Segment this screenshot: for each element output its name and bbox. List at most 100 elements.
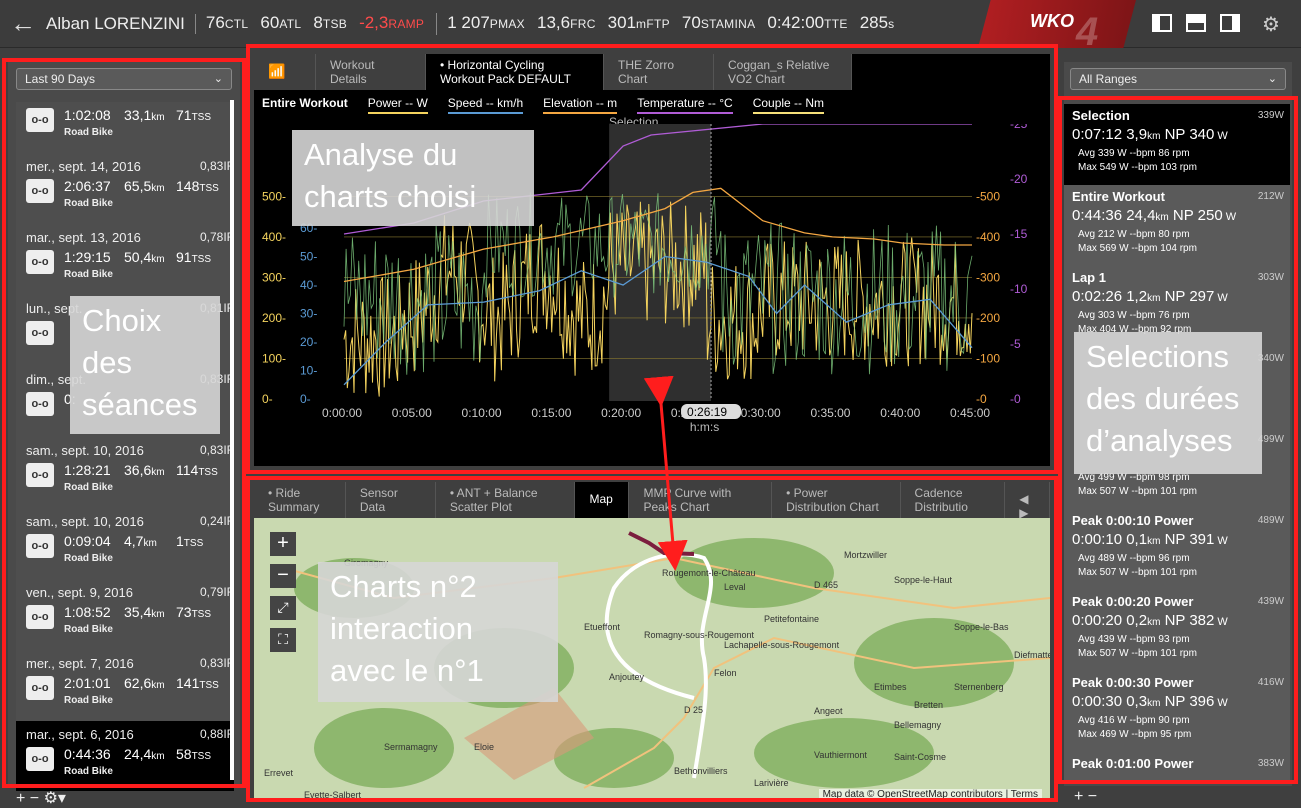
session-distance: 50,4km	[124, 249, 165, 265]
range-title: Selection	[1072, 108, 1130, 123]
map-tab[interactable]: Sensor Data	[346, 482, 436, 518]
session-item[interactable]: sam., sept. 10, 2016 0,24IF o-o 0:09:04 4,7k…	[16, 508, 234, 578]
range-np: 396	[1189, 693, 1215, 710]
legend-item[interactable]: Power -- W	[367, 96, 428, 114]
back-arrow-icon[interactable]: ←	[0, 8, 46, 39]
metric-unit: ATL	[279, 16, 302, 31]
metric-mftp[interactable]: 301mFTP	[608, 13, 670, 35]
session-item[interactable]: ven., sept. 9, 2016 0,79IF o-o 1:08:52 35,4k…	[16, 579, 234, 649]
session-duration: 0:09:04	[64, 533, 111, 549]
session-distance: 4,7km	[124, 533, 157, 549]
session-item[interactable]: mar., sept. 13, 2016 0,78IF o-o 1:29:15 50,4…	[16, 224, 234, 294]
power-tick: 200-	[262, 311, 286, 325]
time-tick: 0:40:00	[880, 406, 920, 420]
map-tab[interactable]: Cadence Distributio	[901, 482, 1006, 518]
chart-bars-icon[interactable]: 📶	[254, 54, 316, 90]
power-tick: 300-	[262, 270, 286, 284]
range-avg: Avg 339 W --bpm 86 rpm	[1078, 148, 1190, 159]
session-if: 0,83IF	[199, 159, 234, 173]
session-sport: Road Bike	[64, 766, 113, 777]
chart-tab[interactable]: • Horizontal Cycling Workout Pack DEFAUL…	[426, 54, 604, 90]
map-tab[interactable]: • Power Distribution Chart	[772, 482, 901, 518]
metric-unit: TTE	[824, 16, 848, 31]
ranges-select[interactable]: All Ranges ⌄	[1070, 68, 1286, 90]
map-place-label: Anjoutey	[609, 672, 645, 682]
metric-ctl[interactable]: 76CTL	[206, 13, 249, 35]
map-tab[interactable]: MMP Curve with Peaks Chart	[629, 482, 773, 518]
power-tick: 0-	[262, 392, 273, 406]
range-item[interactable]: Peak 0:00:10 Power 489W 0:00:10 0,1km NP 3…	[1064, 509, 1290, 591]
map-credit[interactable]: Map data © OpenStreetMap contributors | …	[818, 789, 1042, 800]
layout-split-icon[interactable]	[1186, 14, 1206, 32]
metric-atl[interactable]: 60ATL	[260, 13, 301, 35]
metric-tte[interactable]: 0:42:00TTE	[767, 13, 847, 35]
fullscreen-icon[interactable]: ⛶	[270, 628, 296, 652]
session-duration: 1:02:08	[64, 107, 111, 123]
power-tick: 400-	[262, 230, 286, 244]
scroll-arrows-icon[interactable]: ◀ ▶	[1005, 482, 1050, 520]
zoom-out-button[interactable]: −	[270, 564, 296, 588]
time-tick: 0:30:00	[741, 406, 781, 420]
legend-item[interactable]: Couple -- Nm	[752, 96, 825, 114]
session-footer-controls[interactable]: + − ⚙▾	[16, 788, 66, 808]
tss-unit: TSS	[191, 112, 212, 123]
range-max: Max 507 W --bpm 101 rpm	[1078, 648, 1197, 659]
range-np-label: NP	[1160, 693, 1190, 710]
tss-unit: TSS	[199, 680, 219, 691]
range-item[interactable]: Peak 0:00:30 Power 416W 0:00:30 0,3km NP 3…	[1064, 671, 1290, 753]
settings-gear-icon[interactable]: ⚙	[1262, 12, 1280, 37]
range-item[interactable]: Entire Workout 212W 0:44:36 24,4km NP 250 …	[1064, 185, 1290, 267]
session-item[interactable]: mer., sept. 7, 2016 0,83IF o-o 2:01:01 62,6k…	[16, 650, 234, 720]
range-item[interactable]: Peak 0:01:00 Power 383W	[1064, 752, 1290, 782]
map-tab[interactable]: Map	[575, 482, 630, 518]
session-item[interactable]: mer., sept. 14, 2016 0,83IF o-o 2:06:37 65,5…	[16, 153, 234, 223]
bike-icon: o-o	[26, 250, 54, 274]
range-power: 383W	[1257, 758, 1284, 769]
legend-item[interactable]: Elevation -- m	[543, 96, 618, 114]
range-footer-controls[interactable]: + −	[1074, 788, 1097, 806]
layout-left-icon[interactable]	[1152, 14, 1172, 32]
elevation-tick: -400	[976, 230, 1000, 244]
range-title: Peak 0:00:20 Power	[1072, 594, 1194, 609]
zoom-in-button[interactable]: +	[270, 532, 296, 556]
layout-right-icon[interactable]	[1220, 14, 1240, 32]
range-power: 212W	[1257, 191, 1284, 202]
session-duration: 1:08:52	[64, 604, 111, 620]
session-if: 0,24IF	[199, 514, 234, 528]
legend-item[interactable]: Speed -- km/h	[447, 96, 524, 114]
session-item[interactable]: sam., sept. 10, 2016 0,83IF o-o 1:28:21 36,6…	[16, 437, 234, 507]
legend-item[interactable]: Temperature -- °C	[637, 96, 733, 114]
range-item[interactable]: Selection 339W 0:07:12 3,9km NP 340 W Avg 3…	[1064, 104, 1290, 186]
map-tab[interactable]: • Ride Summary	[254, 482, 346, 518]
athlete-name[interactable]: Alban LORENZINI	[46, 13, 196, 34]
session-item[interactable]: mar., sept. 6, 2016 0,88IF o-o 0:44:36 24,4k…	[16, 721, 234, 791]
metric-frc[interactable]: 13,6FRC	[537, 13, 596, 35]
metric-unit: mFTP	[636, 16, 670, 31]
bike-icon: o-o	[26, 392, 54, 416]
session-scrollbar[interactable]	[230, 100, 234, 780]
range-np-unit: W	[1214, 697, 1228, 709]
range-np-unit: W	[1214, 616, 1228, 628]
chart-tab[interactable]: Workout Details	[316, 54, 426, 90]
fit-icon[interactable]: ⤢	[270, 596, 296, 620]
map-place-label: Felon	[714, 668, 737, 678]
power-tick: 100-	[262, 351, 286, 365]
session-distance: 65,5km	[124, 178, 165, 194]
metric-ramp[interactable]: -2,3RAMP	[359, 13, 424, 35]
session-date: mer., sept. 7, 2016	[26, 656, 134, 671]
range-time: 0:00:10	[1072, 531, 1127, 548]
map-tab[interactable]: • ANT + Balance Scatter Plot	[436, 482, 576, 518]
session-date: sam., sept. 10, 2016	[26, 443, 144, 458]
range-power: 439W	[1257, 596, 1284, 607]
range-distance: 3,9	[1126, 126, 1148, 143]
session-item[interactable]: o-o 1:02:08 33,1km 71TSS Road Bike	[16, 82, 234, 152]
chart-tab[interactable]: Coggan_s Relative VO2 Chart	[714, 54, 852, 90]
metric-pmax[interactable]: 1 207PMAX	[447, 13, 525, 35]
metric-tsb[interactable]: 8TSB	[313, 13, 347, 35]
overlay-label-sessions: Choix des séances	[70, 296, 220, 434]
chart-tab[interactable]: THE Zorro Chart	[604, 54, 714, 90]
range-item[interactable]: Peak 0:00:20 Power 439W 0:00:20 0,2km NP 3…	[1064, 590, 1290, 672]
metric-stamina[interactable]: 70STAMINA	[682, 13, 755, 35]
legend-item[interactable]: Entire Workout	[262, 96, 348, 114]
metric-s[interactable]: 285s	[860, 13, 895, 35]
